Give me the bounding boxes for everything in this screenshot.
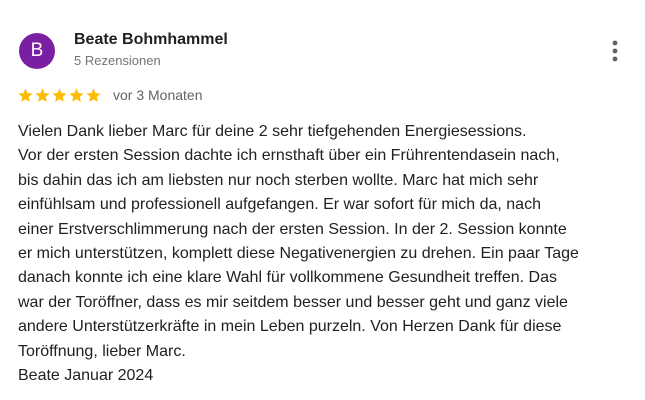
review-text-line: bis dahin das ich am liebsten nur noch s…: [18, 171, 539, 189]
avatar[interactable]: B: [19, 33, 55, 69]
star-rating: [17, 87, 102, 104]
star-filled-icon: [35, 87, 50, 102]
review-text-line: Toröffnung, lieber Marc.: [18, 342, 186, 360]
review-text-line: war der Toröffner, dass es mir seitdem b…: [18, 293, 568, 311]
review-date: vor 3 Monaten: [113, 87, 203, 103]
review-card: B Beate Bohmhammel 5 Rezensionen vor 3 M…: [0, 0, 645, 400]
star-filled-icon: [86, 87, 101, 102]
review-text-line: danach konnte ich eine klare Wahl für vo…: [18, 269, 557, 287]
more-vert-icon: [612, 40, 618, 62]
star-filled-icon: [69, 87, 84, 102]
review-text: Vielen Dank lieber Marc für deine 2 sehr…: [18, 120, 628, 388]
star-filled-icon: [18, 87, 33, 102]
reviewer-name[interactable]: Beate Bohmhammel: [74, 31, 228, 49]
review-text-line: einer Erstverschlimmerung nach der erste…: [18, 220, 567, 238]
review-text-line: einfühlsam und professionell aufgefangen…: [18, 196, 541, 214]
review-signature: Beate Januar 2024: [18, 367, 154, 385]
review-text-line: Vielen Dank lieber Marc für deine 2 sehr…: [18, 123, 527, 140]
more-options-button[interactable]: [604, 38, 626, 64]
reviewer-review-count[interactable]: 5 Rezensionen: [74, 53, 161, 68]
review-text-line: andere Unterstützerkräfte in mein Leben …: [18, 318, 562, 336]
rating-row: vor 3 Monaten: [17, 86, 203, 104]
review-text-line: er mich unterstützen, komplett diese Neg…: [18, 245, 579, 263]
review-text-line: Vor der ersten Session dachte ich ernsth…: [18, 147, 560, 165]
star-filled-icon: [52, 87, 67, 102]
